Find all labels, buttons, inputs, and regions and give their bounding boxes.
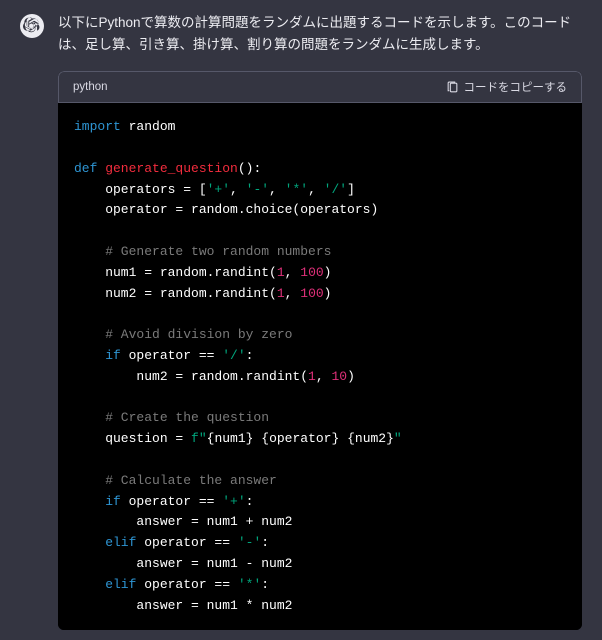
- assistant-avatar: [20, 14, 44, 38]
- intro-paragraph: 以下にPythonで算数の計算問題をランダムに出題するコードを示します。このコー…: [58, 12, 582, 55]
- code-content[interactable]: import random def generate_question(): o…: [58, 103, 582, 630]
- assistant-message: 以下にPythonで算数の計算問題をランダムに出題するコードを示します。このコー…: [0, 0, 602, 640]
- copy-code-label: コードをコピーする: [464, 79, 568, 95]
- copy-code-button[interactable]: コードをコピーする: [446, 79, 568, 95]
- clipboard-icon: [446, 81, 459, 94]
- code-header: python コードをコピーする: [58, 71, 582, 103]
- openai-logo-icon: [20, 14, 44, 38]
- code-language-label: python: [73, 81, 108, 93]
- message-content: 以下にPythonで算数の計算問題をランダムに出題するコードを示します。このコー…: [58, 12, 582, 630]
- code-block: python コードをコピーする import random def gener…: [58, 71, 582, 630]
